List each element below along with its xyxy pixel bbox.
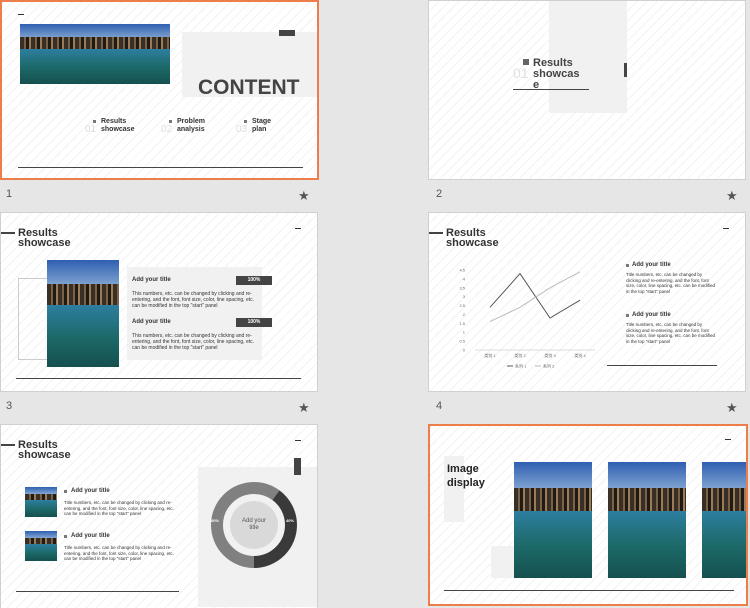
- bullet-square: [64, 490, 67, 493]
- toc-item-2: 02 Problem analysis: [161, 118, 206, 135]
- section-title-line2: showcas: [533, 68, 580, 80]
- title-marker: [1, 444, 15, 446]
- bullet-square: [626, 314, 629, 317]
- percent-badge: 100%: [236, 318, 272, 327]
- donut-left-label: 60%: [211, 518, 220, 523]
- block-body: This numbers, etc. can be changed by cli…: [132, 291, 255, 309]
- block-body: This numbers, etc. can be changed by cli…: [132, 333, 255, 351]
- star-icon[interactable]: ★: [298, 400, 310, 416]
- x-tick-label: 类别 2: [514, 352, 526, 358]
- y-tick-label: 1: [463, 330, 466, 335]
- block-heading: Add your title: [71, 488, 110, 494]
- block-heading: Add your title: [71, 533, 110, 539]
- y-tick-label: 0.5: [459, 339, 465, 344]
- y-tick-label: 3: [463, 294, 466, 299]
- donut-center-label: Add your title: [241, 518, 266, 531]
- slide-title-line2: display: [447, 477, 485, 489]
- decor-bar: [624, 63, 627, 77]
- bottom-rule: [607, 365, 717, 366]
- y-tick-label: 2: [463, 312, 466, 317]
- city-photo: [47, 260, 119, 367]
- y-tick-label: 3.5: [459, 285, 465, 290]
- slide-title-line1: Image: [447, 463, 479, 475]
- city-thumb-2: [25, 531, 57, 561]
- y-tick-label: 2.5: [459, 303, 465, 308]
- section-number: 01: [513, 65, 529, 81]
- city-photo-3: [702, 462, 746, 578]
- title-marker: [429, 232, 443, 234]
- legend-label: 系列 1: [515, 363, 527, 369]
- decor-dash: [723, 228, 729, 229]
- bottom-rule: [16, 591, 179, 592]
- title-marker: [1, 232, 15, 234]
- bottom-rule: [444, 590, 734, 591]
- slide-number-1: 1: [6, 188, 13, 200]
- slide-thumbnail-4[interactable]: Results showcase 0 0.5 1 1.5 2 2.5 3 3.5 4 4.5 类别 …: [428, 212, 746, 392]
- y-tick-label: 4.5: [459, 268, 465, 273]
- block-heading: Add your title: [132, 319, 171, 325]
- legend-label: 系列 2: [543, 363, 555, 369]
- block-heading: Add your title: [632, 312, 671, 318]
- x-tick-label: 类别 4: [574, 352, 586, 358]
- bullet-square: [64, 535, 67, 538]
- block-heading: Add your title: [632, 262, 671, 268]
- bottom-rule: [18, 167, 303, 168]
- toc-item-1: 01 Results showcase: [85, 118, 135, 135]
- slide-title-line2: showcase: [446, 237, 499, 249]
- block-body: Title numbers, etc. can be changed by cl…: [626, 322, 716, 344]
- city-photo: [20, 24, 170, 84]
- bottom-rule: [16, 378, 301, 379]
- slide-title-line2: showcase: [18, 237, 71, 249]
- decor-bar: [294, 458, 301, 475]
- x-tick-label: 类别 1: [484, 352, 496, 358]
- block-body: Title numbers, etc. can be changed by cl…: [626, 272, 716, 294]
- star-icon[interactable]: ★: [726, 188, 738, 204]
- slide-thumbnail-3[interactable]: Results showcase Add your title 100% Thi…: [0, 212, 318, 392]
- slide-thumbnail-6[interactable]: Image display: [428, 424, 748, 606]
- donut-right-label: 40%: [286, 518, 295, 523]
- decor-dash: [725, 439, 731, 440]
- series-line-1: [489, 272, 581, 319]
- y-tick-label: 1.5: [459, 321, 465, 326]
- city-photo-2: [608, 462, 686, 578]
- block-body: Title numbers, etc. can be changed by cl…: [64, 545, 174, 561]
- star-icon[interactable]: ★: [298, 188, 310, 204]
- bullet-square: [626, 264, 629, 267]
- slide-title-line2: showcase: [18, 449, 71, 461]
- block-heading: Add your title: [132, 277, 171, 283]
- content-title: CONTENT: [198, 76, 300, 99]
- decor-bar: [279, 30, 295, 36]
- slide-thumbnail-5[interactable]: Results showcase Add your title Title nu…: [0, 424, 318, 608]
- y-tick-label: 4: [463, 276, 466, 281]
- line-chart: 0 0.5 1 1.5 2 2.5 3 3.5 4 4.5 类别 1 类别 2 类别 3 类别 4 系列 1…: [459, 268, 595, 369]
- star-icon[interactable]: ★: [726, 400, 738, 416]
- decor-dash: [18, 14, 24, 15]
- slide-thumbnail-1[interactable]: CONTENT 01 Results showcase 02 Problem a…: [0, 0, 319, 180]
- toc-item-3: 03 Stage plan: [236, 118, 272, 135]
- slide-thumbnail-2[interactable]: 01 Results showcas e: [428, 0, 746, 180]
- city-thumb-1: [25, 487, 57, 517]
- x-tick-label: 类别 3: [544, 352, 556, 358]
- percent-badge: 100%: [236, 276, 272, 285]
- y-tick-label: 0: [463, 348, 466, 353]
- block-body: Title numbers, etc. can be changed by cl…: [64, 500, 174, 516]
- decor-dash: [295, 228, 301, 229]
- city-photo-1: [514, 462, 592, 578]
- slide-number-2: 2: [436, 188, 443, 200]
- slide-number-4: 4: [436, 400, 443, 412]
- slide-number-3: 3: [6, 400, 13, 412]
- decor-dash: [295, 440, 301, 441]
- title-underline: [513, 89, 589, 90]
